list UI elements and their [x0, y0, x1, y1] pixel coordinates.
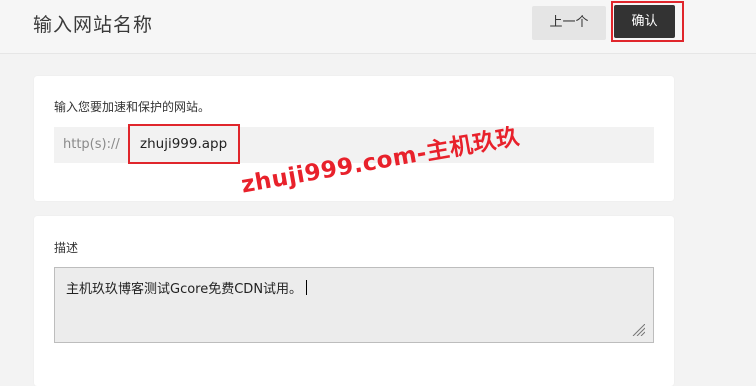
protocol-prefix: http(s)://	[63, 137, 120, 152]
description-textarea[interactable]: 主机玖玖博客测试Gcore免费CDN试用。	[54, 267, 654, 343]
page-title: 输入网站名称	[33, 14, 154, 36]
confirm-button[interactable]: 确认	[614, 5, 675, 38]
previous-button[interactable]: 上一个	[532, 6, 606, 40]
resize-handle-icon[interactable]	[631, 324, 645, 336]
description-value: 主机玖玖博客测试Gcore免费CDN试用。	[66, 278, 308, 297]
domain-input[interactable]: zhuji999.app	[128, 124, 240, 164]
domain-card: 输入您要加速和保护的网站。 http(s):// zhuji999.app	[34, 76, 674, 201]
domain-label: 输入您要加速和保护的网站。	[54, 100, 211, 114]
page-header: 输入网站名称 上一个 确认	[0, 0, 756, 54]
text-caret	[306, 280, 308, 295]
description-card: 描述 主机玖玖博客测试Gcore免费CDN试用。	[34, 216, 674, 386]
description-label: 描述	[54, 241, 79, 255]
domain-value: zhuji999.app	[140, 136, 228, 152]
